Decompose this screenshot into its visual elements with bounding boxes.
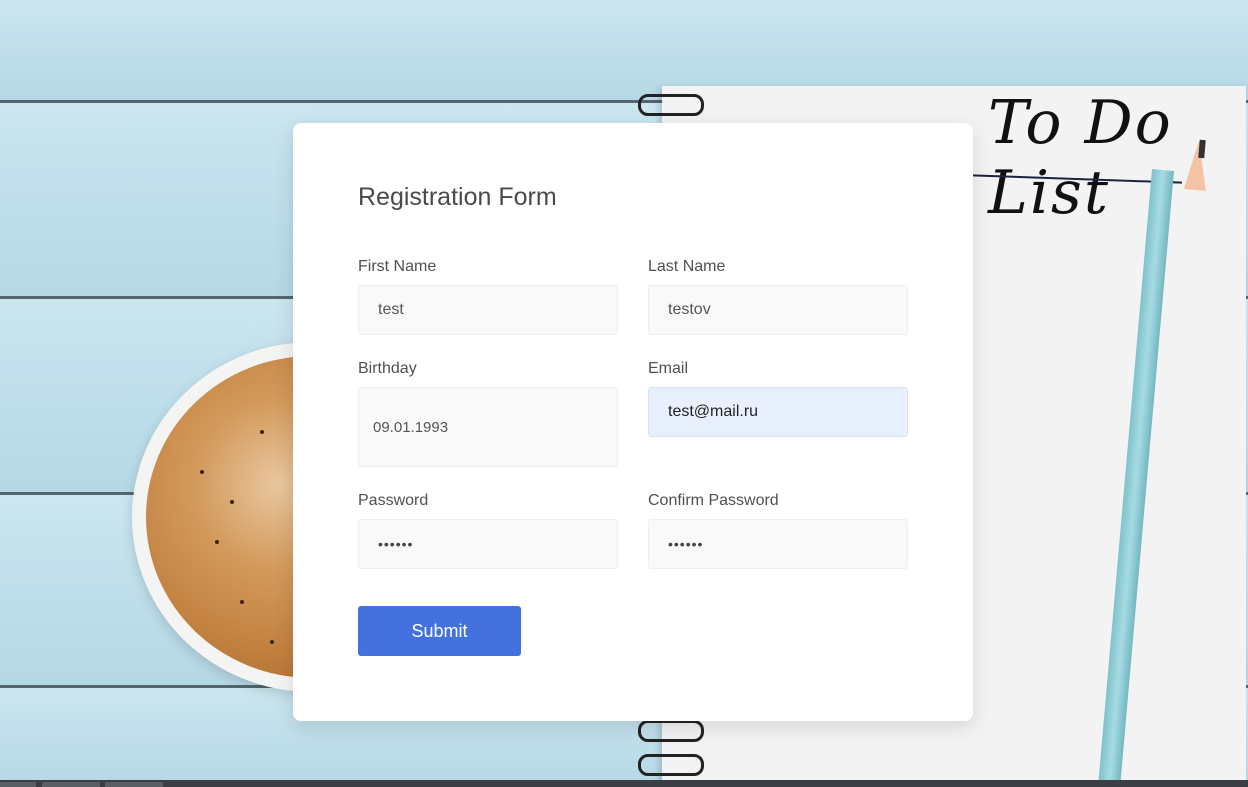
birthday-label: Birthday [358, 360, 417, 377]
foam-bubble [200, 470, 204, 474]
foam-bubble [230, 500, 234, 504]
email-input[interactable]: test@mail.ru [648, 387, 908, 437]
password-input[interactable]: •••••• [358, 519, 618, 569]
taskbar-button[interactable] [0, 782, 36, 787]
foam-bubble [240, 600, 244, 604]
first-name-label: First Name [358, 258, 437, 275]
registration-card: Registration Form First Name test Last N… [293, 123, 973, 721]
email-label: Email [648, 360, 689, 377]
pencil-tip [1183, 139, 1211, 191]
taskbar [0, 780, 1248, 787]
submit-button[interactable]: Submit [358, 606, 521, 656]
notebook-spiral [638, 720, 704, 742]
last-name-label: Last Name [648, 258, 726, 275]
first-name-input[interactable]: test [358, 285, 618, 335]
confirm-password-input[interactable]: •••••• [648, 519, 908, 569]
taskbar-button[interactable] [42, 782, 100, 787]
last-name-input[interactable]: testov [648, 285, 908, 335]
form-title: Registration Form [358, 183, 557, 211]
notebook-title: To Do List [988, 88, 1173, 228]
confirm-password-label: Confirm Password [648, 492, 779, 509]
notebook-spiral [638, 94, 704, 116]
foam-bubble [270, 640, 274, 644]
foam-bubble [260, 430, 264, 434]
wood-plank [0, 0, 1248, 100]
foam-bubble [215, 540, 219, 544]
taskbar-button[interactable] [105, 782, 163, 787]
password-label: Password [358, 492, 429, 509]
notebook-spiral [638, 754, 704, 776]
birthday-input[interactable]: 09.01.1993 [358, 387, 618, 467]
